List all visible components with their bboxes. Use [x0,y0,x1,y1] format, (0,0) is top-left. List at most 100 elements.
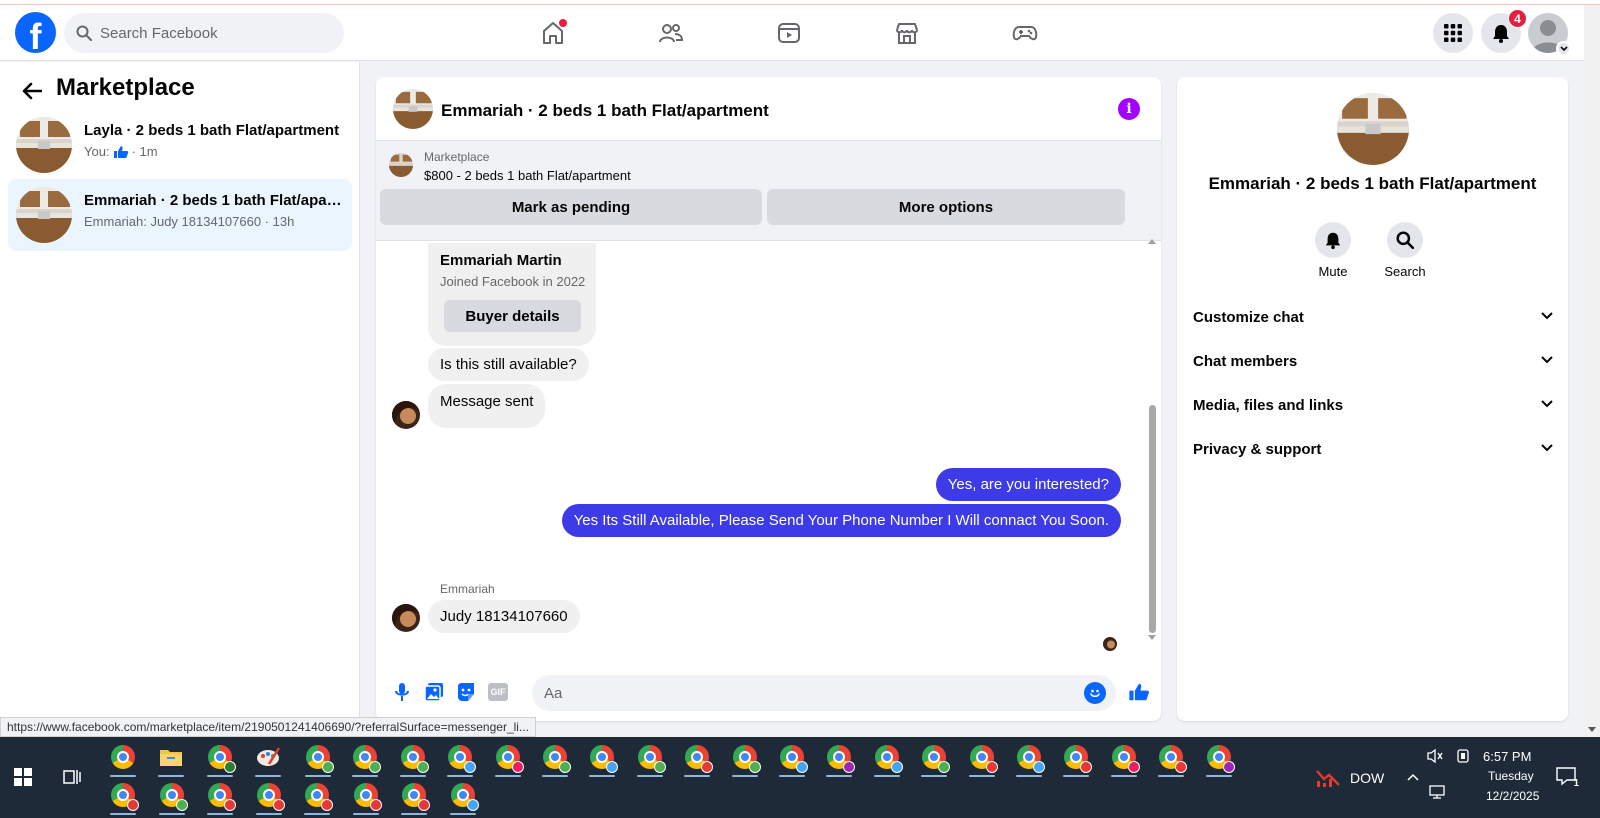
buyer-avatar[interactable] [392,604,420,632]
message-composer: GIF [376,663,1161,721]
thread-item-emmariah[interactable]: Emmariah · 2 beds 1 bath Flat/apartment … [8,179,352,251]
chat-info-thumbnail[interactable] [1337,93,1409,165]
facebook-logo[interactable]: f [15,12,56,53]
chrome-browser-icon[interactable] [775,740,809,777]
chrome-browser-icon[interactable] [538,740,572,777]
chrome-browser-icon[interactable] [349,778,383,815]
search-bar[interactable] [64,13,344,53]
buyer-details-button[interactable]: Buyer details [444,300,581,332]
stock-chart-icon[interactable] [1312,760,1346,794]
mark-as-pending-button[interactable]: Mark as pending [380,189,762,225]
listing-price-title[interactable]: $800 - 2 beds 1 bath Flat/apartment [424,168,631,183]
chrome-browser-icon[interactable] [585,740,619,777]
search-conversation-button[interactable]: Search [1370,222,1440,279]
conversation-thumbnail[interactable] [393,89,433,129]
nav-gaming-button[interactable] [1005,13,1045,53]
message-scrollbar[interactable] [1147,237,1157,647]
scrollbar-thumb[interactable] [1149,405,1156,633]
nav-friends-button[interactable] [651,13,691,53]
chrome-browser-icon[interactable] [1107,740,1141,777]
customize-chat-section[interactable]: Customize chat [1193,299,1553,339]
chrome-browser-icon[interactable] [203,778,237,815]
notifications-button[interactable]: 4 [1481,9,1527,53]
notification-center-icon[interactable]: 1 [1549,759,1583,793]
paint-app-icon[interactable] [251,740,285,777]
chrome-browser-icon[interactable] [680,740,714,777]
gif-icon[interactable]: GIF [486,680,510,704]
clock-day[interactable]: Tuesday [1488,769,1534,783]
chat-members-section[interactable]: Chat members [1193,343,1553,383]
arrow-left-icon [22,82,42,100]
chrome-browser-icon[interactable] [397,778,431,815]
listing-thumbnail[interactable] [389,153,413,177]
chrome-browser-icon[interactable] [300,778,334,815]
buyer-joined-text: Joined Facebook in 2022 [440,274,586,289]
chrome-browser-icon[interactable] [443,740,477,777]
meet-now-icon[interactable] [1446,739,1480,773]
chrome-browser-icon[interactable] [252,778,286,815]
network-icon[interactable] [1420,775,1454,809]
thread-item-layla[interactable]: Layla · 2 beds 1 bath Flat/apartment You… [8,109,352,181]
nav-marketplace-button[interactable] [887,13,927,53]
message-bubble-incoming: Message sent [428,384,546,428]
chrome-browser-icon[interactable] [106,740,140,777]
message-input[interactable] [544,675,1064,711]
chrome-browser-icon[interactable] [965,740,999,777]
chrome-browser-icon[interactable] [822,740,856,777]
photo-icon[interactable] [422,680,446,704]
bell-icon [1491,23,1511,43]
buyer-avatar[interactable] [392,401,420,429]
mute-button[interactable]: Mute [1298,222,1368,279]
clock-date[interactable]: 12/2/2025 [1486,789,1539,803]
task-view-icon[interactable] [55,760,89,794]
windows-start-icon[interactable] [6,760,40,794]
chrome-browser-icon[interactable] [1059,740,1093,777]
nav-home-button[interactable] [533,13,573,53]
thread-preview-time: · 1m [131,144,158,159]
section-label: Chat members [1193,353,1298,370]
file-explorer-icon[interactable] [154,740,188,777]
info-icon[interactable]: i [1118,98,1140,120]
sticker-icon[interactable] [454,680,478,704]
chrome-browser-icon[interactable] [446,778,480,815]
scroll-down-arrow-icon[interactable] [1147,634,1157,642]
microphone-icon[interactable] [390,680,414,704]
chrome-browser-icon[interactable] [203,740,237,777]
chrome-browser-icon[interactable] [348,740,382,777]
chrome-browser-icon[interactable] [1154,740,1188,777]
scroll-up-arrow-icon[interactable] [1147,237,1157,245]
conversation-title[interactable]: Emmariah · 2 beds 1 bath Flat/apartment [441,101,769,121]
chrome-browser-icon[interactable] [106,778,140,815]
chrome-browser-icon[interactable] [917,740,951,777]
chrome-browser-icon[interactable] [491,740,525,777]
chrome-browser-icon[interactable] [301,740,335,777]
menu-button[interactable] [1433,13,1473,53]
chrome-browser-icon[interactable] [633,740,667,777]
back-button[interactable] [18,77,46,105]
media-files-links-section[interactable]: Media, files and links [1193,387,1553,427]
thread-preview: You: · 1m [84,144,158,159]
page-scrollbar[interactable] [1584,5,1600,737]
nav-video-button[interactable] [769,13,809,53]
chrome-browser-icon[interactable] [1012,740,1046,777]
chat-info-panel: Emmariah · 2 beds 1 bath Flat/apartment … [1177,77,1568,721]
chrome-browser-icon[interactable] [396,740,430,777]
chrome-browser-icon[interactable] [870,740,904,777]
search-label: Search [1384,264,1426,279]
search-input[interactable] [100,13,330,53]
message-bubble-incoming: Judy 18134107660 [428,600,580,633]
message-input-box[interactable] [532,675,1116,711]
sidebar-title: Marketplace [56,74,195,101]
stock-ticker-label[interactable]: DOW [1350,770,1384,786]
page-scroll-down-arrow-icon[interactable] [1584,725,1600,735]
privacy-support-section[interactable]: Privacy & support [1193,431,1553,471]
like-icon[interactable] [1127,680,1151,704]
chrome-browser-icon[interactable] [1202,740,1236,777]
emoji-icon[interactable] [1084,682,1106,704]
clock-time[interactable]: 6:57 PM [1483,749,1531,764]
account-menu-caret[interactable] [1556,41,1571,56]
chrome-browser-icon[interactable] [155,778,189,815]
chrome-browser-icon[interactable] [728,740,762,777]
sender-name-label: Emmariah [440,582,495,596]
more-options-button[interactable]: More options [767,189,1125,225]
